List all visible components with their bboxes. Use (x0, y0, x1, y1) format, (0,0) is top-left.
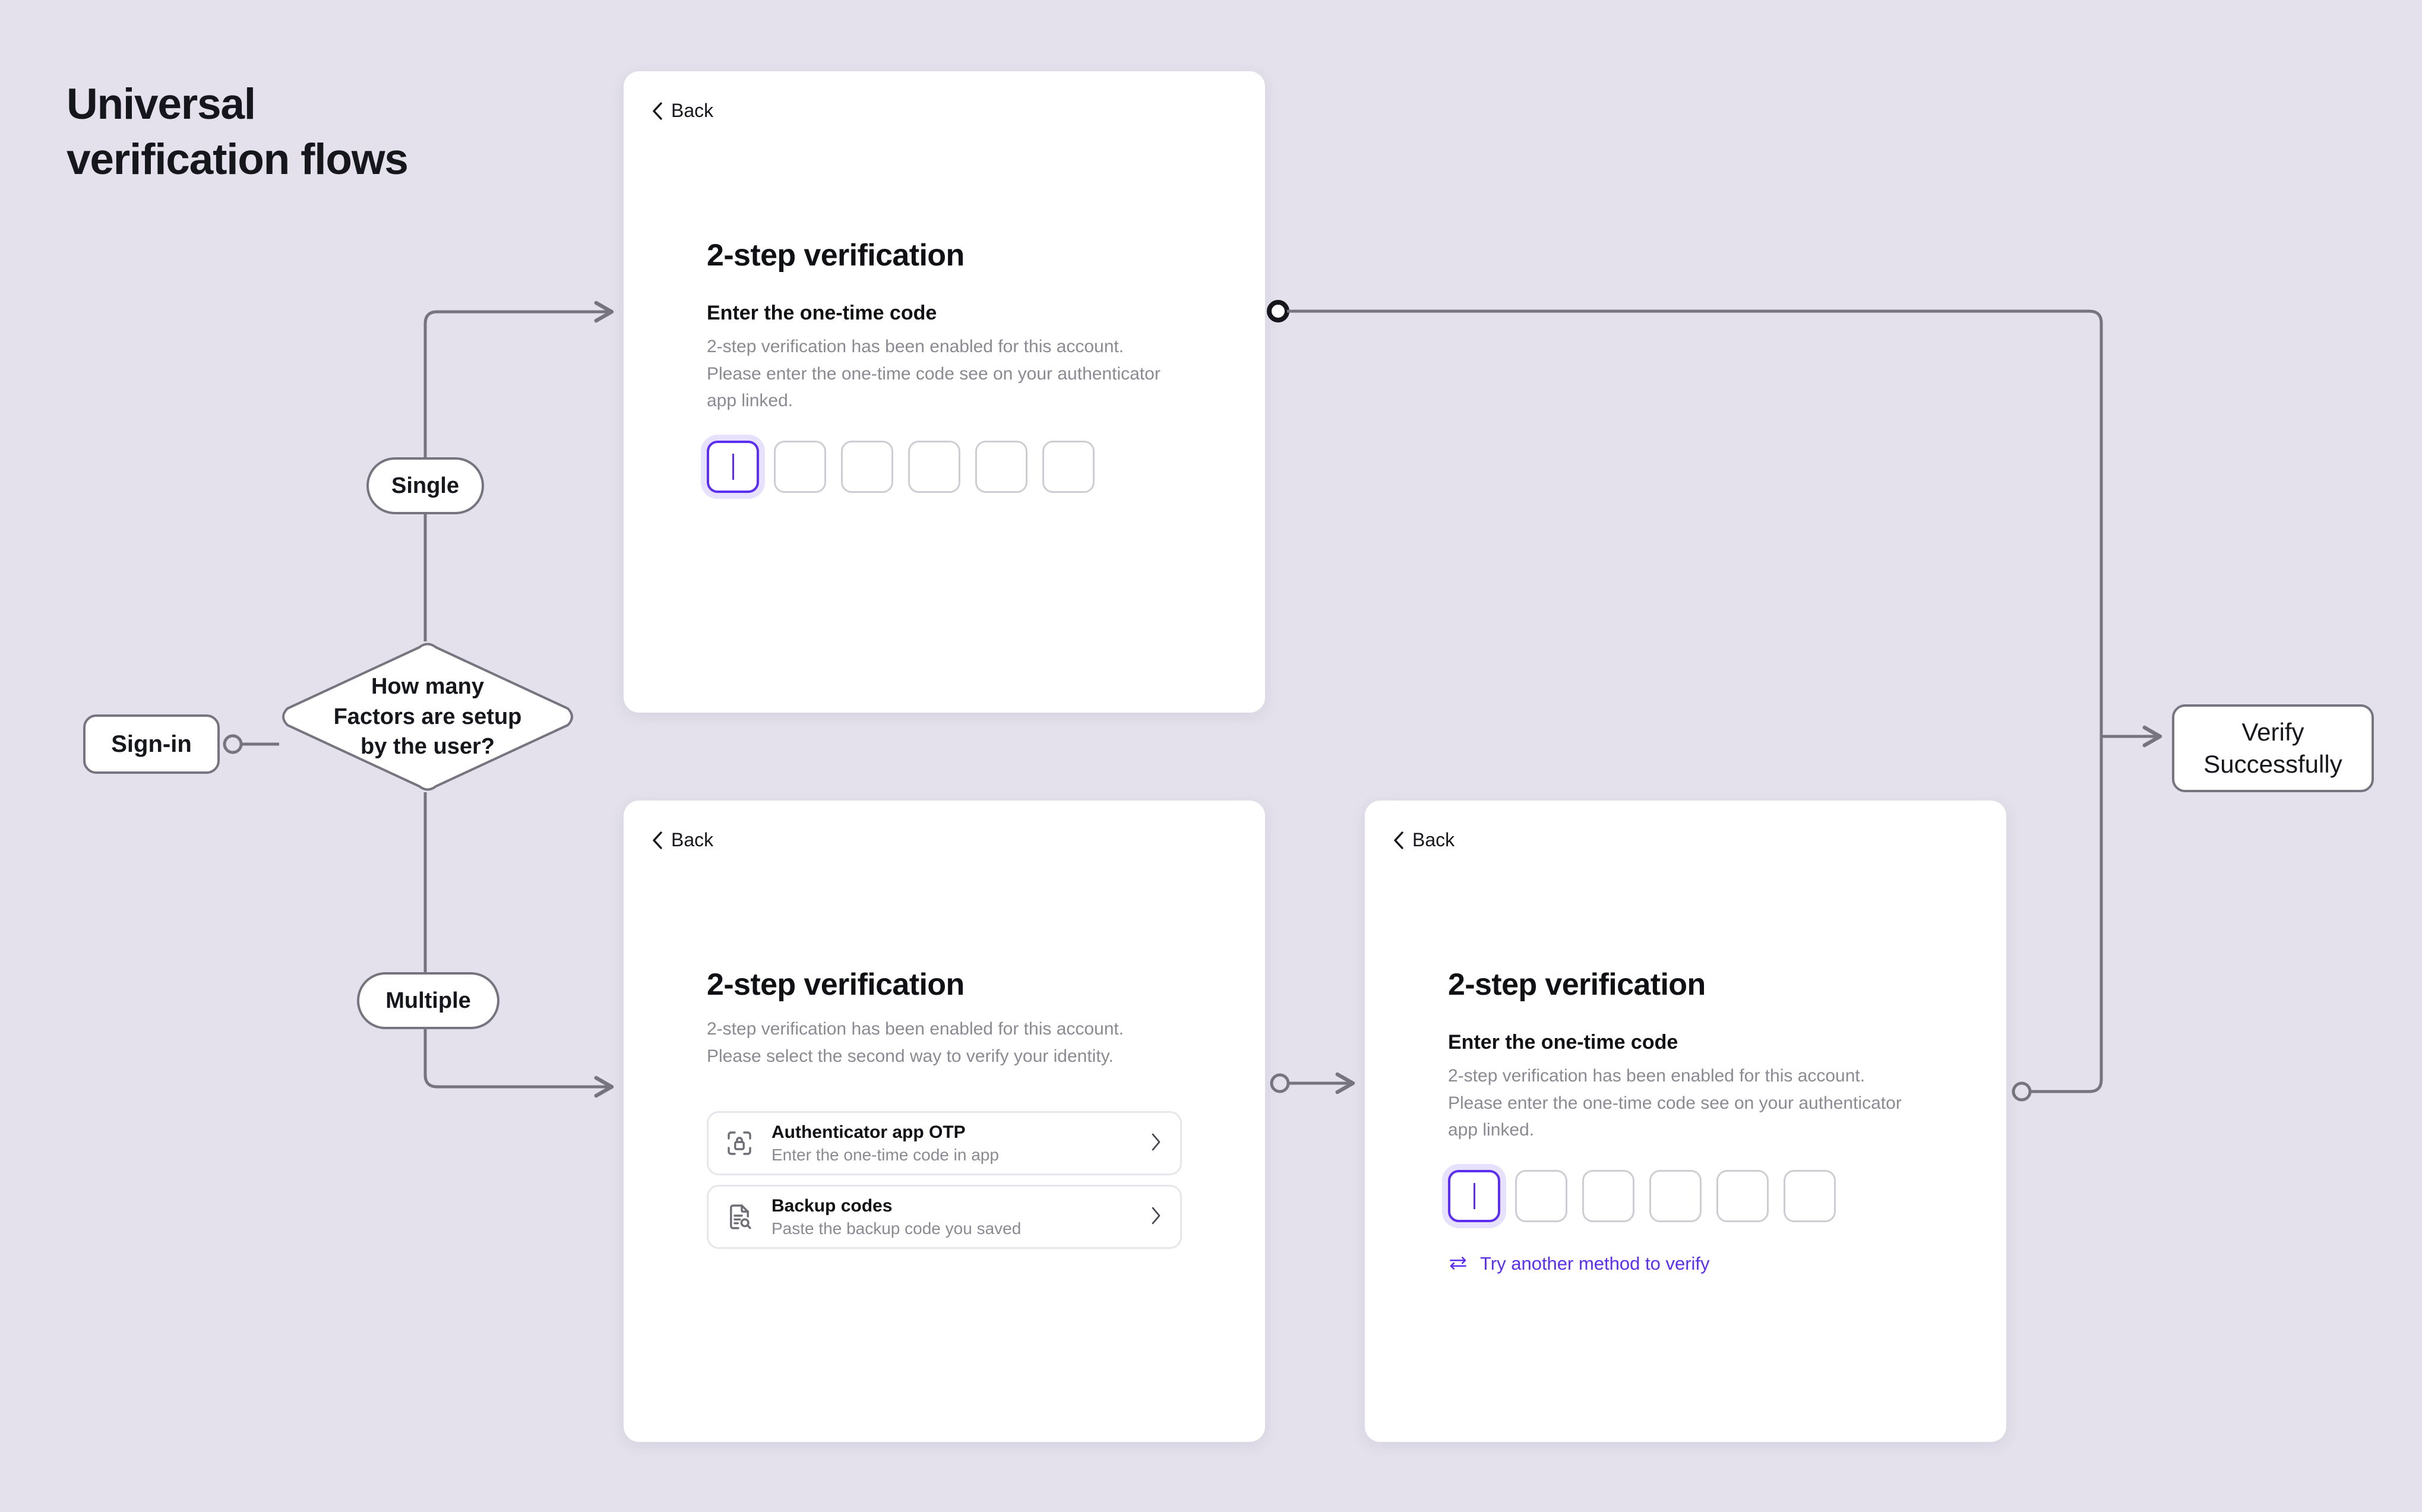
otp-digit-4[interactable] (1649, 1169, 1702, 1222)
otp-digit-5[interactable] (975, 440, 1027, 493)
back-label: Back (671, 100, 714, 121)
otp-digit-2[interactable] (1515, 1169, 1567, 1222)
otp-section-label: Enter the one-time code (1448, 1031, 1678, 1054)
otp-section-label: Enter the one-time code (707, 302, 937, 324)
flow-node-multiple[interactable]: Multiple (357, 972, 499, 1029)
flow-node-sign-in-label: Sign-in (111, 730, 192, 757)
flow-node-single[interactable]: Single (366, 457, 484, 514)
chevron-left-icon (653, 831, 662, 849)
back-label: Back (671, 829, 714, 850)
method-option-backup-codes[interactable]: Backup codes Paste the backup code you s… (707, 1185, 1182, 1250)
card-description: 2-step verification has been enabled for… (707, 1019, 1124, 1066)
flow-canvas: Universal verification flows Sign-in How… (0, 0, 2422, 1512)
card-single-factor-otp: Back 2-step verification Enter the one-t… (624, 71, 1265, 713)
otp-digit-2[interactable] (774, 440, 826, 493)
method-option-authenticator-app[interactable]: Authenticator app OTP Enter the one-time… (707, 1111, 1182, 1176)
otp-digit-1[interactable] (707, 440, 759, 493)
otp-digit-6[interactable] (1042, 440, 1095, 493)
otp-digit-3[interactable] (1582, 1169, 1634, 1222)
try-another-method-label: Try another method to verify (1480, 1252, 1710, 1274)
flow-node-decision[interactable]: How many Factors are setup by the user? (279, 641, 576, 792)
back-button-card-methods[interactable]: Back (652, 829, 713, 851)
otp-digit-3[interactable] (841, 440, 893, 493)
otp-digit-6[interactable] (1784, 1169, 1836, 1222)
method-title: Backup codes (772, 1195, 893, 1216)
method-subtitle: Enter the one-time code in app (772, 1145, 999, 1164)
back-button-card-multi[interactable]: Back (1393, 829, 1455, 851)
card-description: 2-step verification has been enabled for… (1448, 1066, 1902, 1140)
flow-node-verify-label: Verify Successfully (2203, 718, 2342, 778)
otp-input-group[interactable] (707, 440, 1229, 493)
method-title: Authenticator app OTP (772, 1122, 966, 1142)
page-title: Universal verification flows (67, 80, 409, 184)
try-another-method-link[interactable]: Try another method to verify (1448, 1253, 1971, 1274)
card-multi-factor-otp: Back 2-step verification Enter the one-t… (1365, 801, 2006, 1442)
card-description: 2-step verification has been enabled for… (707, 337, 1161, 411)
method-subtitle: Paste the backup code you saved (772, 1219, 1022, 1238)
flow-node-multiple-label: Multiple (385, 988, 471, 1013)
chevron-right-icon (1150, 1133, 1161, 1154)
swap-arrows-icon (1448, 1253, 1468, 1274)
text-caret (732, 453, 734, 480)
method-list: Authenticator app OTP Enter the one-time… (707, 1111, 1229, 1250)
chevron-left-icon (1394, 831, 1403, 849)
card-title: 2-step verification (1448, 967, 1706, 1002)
back-label: Back (1412, 829, 1455, 850)
card-title: 2-step verification (707, 238, 965, 273)
flow-node-verify-successfully[interactable]: Verify Successfully (2172, 704, 2374, 792)
otp-digit-1[interactable] (1448, 1169, 1500, 1222)
flow-node-sign-in[interactable]: Sign-in (83, 714, 220, 774)
otp-digit-5[interactable] (1716, 1169, 1769, 1222)
flow-node-single-label: Single (391, 473, 460, 498)
flow-node-decision-label: How many Factors are setup by the user? (333, 674, 522, 760)
chevron-right-icon (1150, 1207, 1161, 1228)
card-title: 2-step verification (707, 967, 965, 1002)
chevron-left-icon (653, 102, 662, 120)
otp-input-group[interactable] (1448, 1169, 1971, 1222)
back-button-card-single[interactable]: Back (652, 100, 713, 122)
document-search-icon (724, 1201, 755, 1232)
text-caret (1473, 1182, 1475, 1209)
card-method-selection: Back 2-step verification 2-step verifica… (624, 801, 1265, 1442)
otp-digit-4[interactable] (908, 440, 960, 493)
scan-lock-icon (724, 1128, 755, 1159)
